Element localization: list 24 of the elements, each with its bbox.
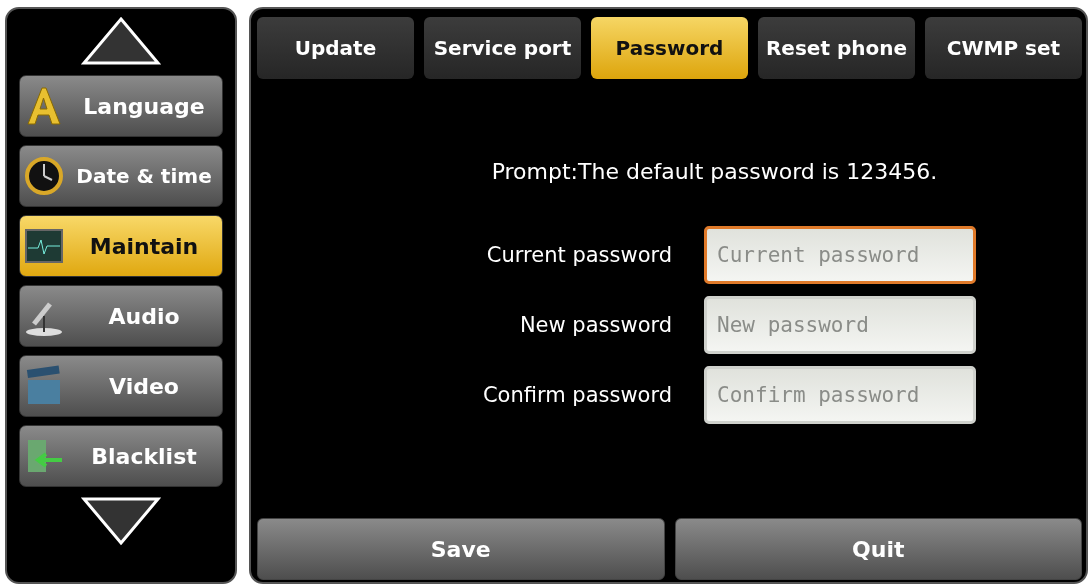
sidebar-item[interactable]: Video: [19, 355, 223, 417]
sidebar-item[interactable]: Date & time: [19, 145, 223, 207]
tab[interactable]: Update: [257, 17, 414, 79]
password-field[interactable]: Confirm password: [704, 366, 977, 424]
field-label: Confirm password: [482, 383, 673, 407]
password-field[interactable]: Current password: [704, 226, 977, 284]
save-button[interactable]: Save: [257, 518, 665, 580]
up-arrow-icon[interactable]: [80, 15, 162, 67]
letter-icon: [24, 84, 64, 128]
tab[interactable]: Password: [591, 17, 748, 79]
tab[interactable]: CWMP set: [925, 17, 1082, 79]
field-label: Current password: [485, 243, 673, 267]
sidebar-item[interactable]: Audio: [19, 285, 223, 347]
tab[interactable]: Service port: [424, 17, 581, 79]
sidebar-item[interactable]: Blacklist: [19, 425, 223, 487]
prompt-text: Prompt:The default password is 123456.: [491, 159, 938, 184]
quit-button[interactable]: Quit: [674, 518, 1082, 580]
field-label: New password: [518, 313, 673, 337]
down-arrow-icon[interactable]: [80, 495, 162, 547]
sidebar-item[interactable]: Maintain: [19, 215, 223, 277]
password-field[interactable]: New password: [704, 296, 977, 354]
clock-icon: [24, 154, 64, 198]
tab[interactable]: Reset phone: [758, 17, 915, 79]
sidebar-item[interactable]: Language: [19, 75, 223, 137]
